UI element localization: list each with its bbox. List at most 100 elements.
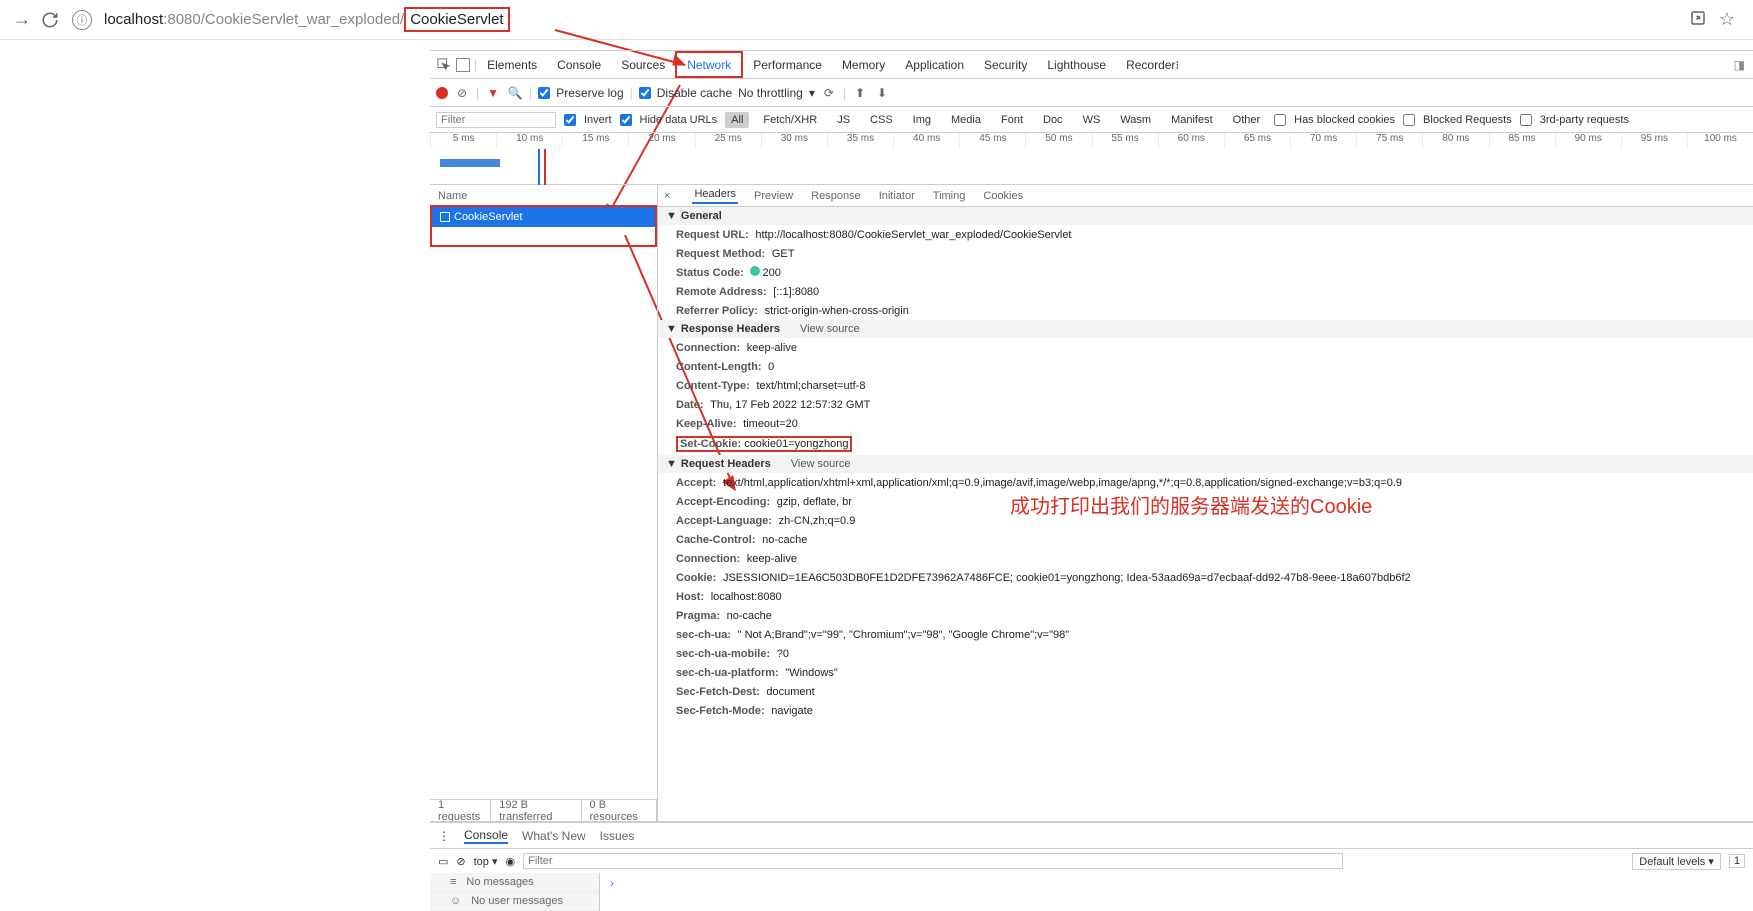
filter-type-other[interactable]: Other [1227, 112, 1267, 128]
drawer-menu-icon[interactable]: ⋮ [438, 829, 450, 843]
detail-tab-response[interactable]: Response [809, 190, 863, 202]
dock-icon[interactable]: ◨ [1734, 58, 1745, 72]
invert-checkbox[interactable] [564, 114, 576, 126]
disable-cache-checkbox[interactable] [639, 87, 651, 99]
filter-type-media[interactable]: Media [945, 112, 987, 128]
reload-icon[interactable] [36, 6, 64, 34]
timeline-domcontent-line [538, 149, 540, 185]
blocked-requests-label: Blocked Requests [1423, 114, 1512, 126]
filter-type-fetchxhr[interactable]: Fetch/XHR [757, 112, 823, 128]
request-row[interactable]: CookieServlet [432, 207, 655, 227]
tab-application[interactable]: Application [895, 51, 974, 78]
console-sidebar-item[interactable]: ≡No messages [430, 873, 599, 892]
filter-type-img[interactable]: Img [907, 112, 937, 128]
filter-type-wasm[interactable]: Wasm [1114, 112, 1157, 128]
network-timeline[interactable]: 5 ms10 ms15 ms20 ms25 ms30 ms35 ms40 ms4… [430, 133, 1753, 185]
filter-type-font[interactable]: Font [995, 112, 1029, 128]
upload-icon[interactable]: ⬆ [852, 85, 868, 101]
console-sidebar-item[interactable]: ☺No user messages [430, 892, 599, 911]
section-header[interactable]: ▼ General [658, 207, 1753, 225]
record-icon[interactable] [436, 87, 448, 99]
close-detail-icon[interactable]: × [664, 190, 670, 202]
throttling-dropdown-icon[interactable]: ▾ [809, 86, 815, 100]
preserve-log-label: Preserve log [556, 86, 623, 100]
header-row: Cookie: JSESSIONID=1EA6C503DB0FE1D2DFE73… [658, 568, 1753, 587]
filter-type-all[interactable]: All [725, 112, 749, 128]
detail-tab-cookies[interactable]: Cookies [981, 190, 1025, 202]
timeline-tick: 85 ms [1489, 133, 1555, 149]
timeline-tick: 30 ms [761, 133, 827, 149]
search-icon[interactable]: 🔍 [507, 85, 523, 101]
hide-dataurls-checkbox[interactable] [620, 114, 632, 126]
forward-icon[interactable]: → [8, 6, 36, 34]
address-bar[interactable]: localhost:8080/CookieServlet_war_explode… [100, 7, 1689, 32]
inspect-icon[interactable] [436, 57, 452, 73]
clear-console-icon[interactable]: ⊘ [456, 855, 465, 868]
whatsnew-tab[interactable]: What's New [522, 829, 586, 843]
detail-tab-preview[interactable]: Preview [752, 190, 795, 202]
timeline-tick: 40 ms [893, 133, 959, 149]
section-header[interactable]: ▼ Request HeadersView source [658, 455, 1753, 473]
clear-icon[interactable]: ⊘ [454, 85, 470, 101]
section-header[interactable]: ▼ Response HeadersView source [658, 320, 1753, 338]
user-messages-icon: ☺ [450, 895, 461, 907]
tab-elements[interactable]: Elements [477, 51, 547, 78]
filter-type-css[interactable]: CSS [864, 112, 899, 128]
tab-performance[interactable]: Performance [743, 51, 832, 78]
url-port: :8080 [163, 11, 201, 28]
site-info-icon[interactable]: ⓘ [72, 10, 92, 30]
device-toggle-icon[interactable] [456, 58, 470, 72]
timeline-tick: 90 ms [1555, 133, 1621, 149]
timeline-tick: 45 ms [959, 133, 1025, 149]
thirdparty-checkbox[interactable] [1520, 114, 1532, 126]
blocked-cookies-checkbox[interactable] [1274, 114, 1286, 126]
timeline-tick: 75 ms [1356, 133, 1422, 149]
filter-type-js[interactable]: JS [831, 112, 856, 128]
network-filter-bar: Invert Hide data URLs All Fetch/XHR JS C… [430, 107, 1753, 133]
filter-type-doc[interactable]: Doc [1037, 112, 1069, 128]
network-toolbar: ⊘ | ▼ 🔍 | Preserve log | Disable cache N… [430, 79, 1753, 107]
sidebar-toggle-icon[interactable]: ▭ [438, 855, 448, 868]
throttling-select[interactable]: No throttling [738, 86, 803, 100]
filter-input[interactable] [436, 112, 556, 128]
tab-sources[interactable]: Sources [611, 51, 675, 78]
tab-network[interactable]: Network [675, 51, 743, 78]
console-drawer: ⋮ Console What's New Issues ▭ ⊘ top ▾ ◉ … [430, 822, 1753, 911]
preserve-log-checkbox[interactable] [538, 87, 550, 99]
share-icon[interactable] [1689, 9, 1707, 30]
issues-tab[interactable]: Issues [600, 829, 635, 843]
status-transferred: 192 B transferred [491, 799, 581, 823]
header-row: Cache-Control: no-cache [658, 530, 1753, 549]
console-filter-input[interactable] [523, 853, 1343, 869]
filter-type-ws[interactable]: WS [1077, 112, 1107, 128]
browser-toolbar: → ⓘ localhost:8080/CookieServlet_war_exp… [0, 0, 1753, 40]
wifi-icon[interactable]: ⟳ [821, 85, 837, 101]
log-levels-select[interactable]: Default levels ▾ [1632, 853, 1721, 870]
tab-lighthouse[interactable]: Lighthouse [1037, 51, 1116, 78]
header-row: Request Method: GET [658, 244, 1753, 263]
tab-security[interactable]: Security [974, 51, 1037, 78]
detail-tab-initiator[interactable]: Initiator [877, 190, 917, 202]
header-row: Accept: text/html,application/xhtml+xml,… [658, 473, 1753, 492]
request-list-header[interactable]: Name [430, 185, 657, 207]
tab-console[interactable]: Console [547, 51, 611, 78]
console-prompt-icon[interactable]: › [600, 873, 624, 911]
bookmark-star-icon[interactable]: ☆ [1719, 9, 1735, 30]
filter-funnel-icon[interactable]: ▼ [485, 85, 501, 101]
tab-memory[interactable]: Memory [832, 51, 895, 78]
eye-icon[interactable]: ◉ [506, 855, 516, 868]
blocked-requests-checkbox[interactable] [1403, 114, 1415, 126]
console-tab[interactable]: Console [464, 828, 508, 844]
header-row: Accept-Encoding: gzip, deflate, br [658, 492, 1753, 511]
download-icon[interactable]: ⬇ [874, 85, 890, 101]
tab-recorder[interactable]: Recorder ⁝ [1116, 51, 1189, 78]
context-select[interactable]: top ▾ [474, 855, 498, 868]
detail-tab-headers[interactable]: Headers [692, 188, 738, 204]
issue-count-badge[interactable]: 1 [1729, 854, 1745, 868]
document-icon [440, 212, 450, 222]
devtools-panel: | Elements Console Sources Network Perfo… [430, 50, 1753, 911]
devtools-tabbar: | Elements Console Sources Network Perfo… [430, 51, 1753, 79]
detail-tab-timing[interactable]: Timing [931, 190, 968, 202]
filter-type-manifest[interactable]: Manifest [1165, 112, 1219, 128]
header-row: Content-Type: text/html;charset=utf-8 [658, 376, 1753, 395]
